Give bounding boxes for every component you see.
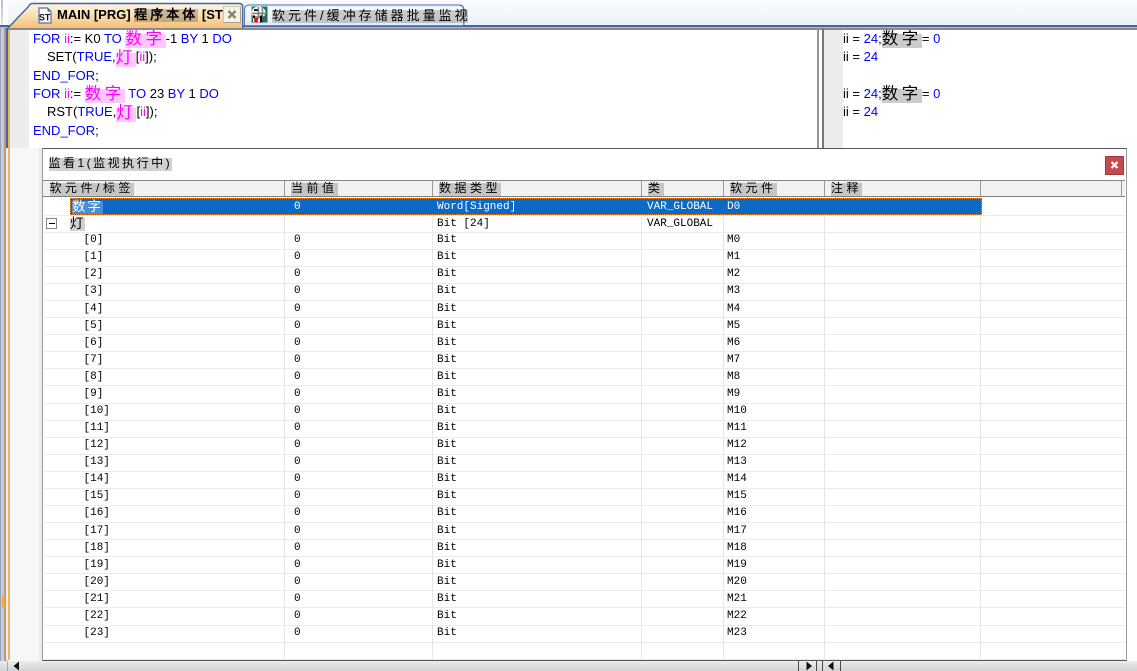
svg-text:ST: ST — [39, 12, 51, 22]
